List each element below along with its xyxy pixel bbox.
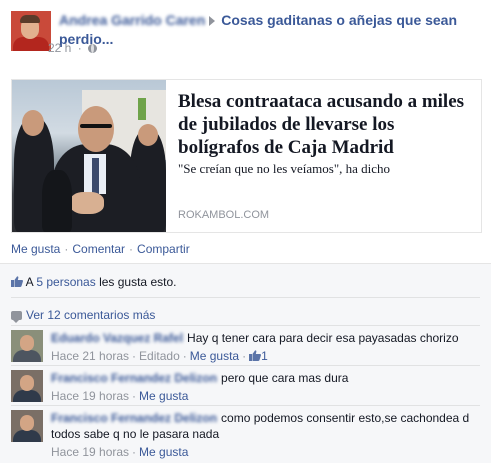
comment-button[interactable]: Comentar [72, 242, 125, 256]
comment-body: Eduardo Vazquez Rafel Hay q tener cara pa… [51, 330, 481, 364]
speech-bubble-icon [11, 311, 22, 320]
share-button[interactable]: Compartir [137, 242, 190, 256]
thumbs-up-icon [11, 276, 23, 287]
post-meta: 22 h · [48, 41, 97, 55]
comment-time[interactable]: Hace 21 horas [51, 349, 129, 363]
post-headline: Andrea Garrido CarenCosas gaditanas o añ… [59, 11, 479, 49]
shared-link-title[interactable]: Blesa contraataca acusando a miles de ju… [178, 90, 473, 159]
post-timestamp[interactable]: 22 h [48, 41, 71, 55]
comment-text: pero que cara mas dura [221, 371, 348, 385]
commenter-name[interactable]: Francisco Fernandez Delizon [51, 411, 217, 425]
commenter-avatar[interactable] [11, 410, 43, 442]
comment-like-button[interactable]: Me gusta [139, 389, 188, 403]
post-actions: Me gusta · Comentar · Compartir [11, 242, 190, 256]
commenter-avatar[interactable] [11, 330, 43, 362]
comment-like-count[interactable]: 1 [261, 349, 268, 363]
commenter-avatar[interactable] [11, 370, 43, 402]
view-more-comments[interactable]: Ver 12 comentarios más [11, 308, 155, 322]
likes-prefix: A [26, 275, 33, 289]
likes-summary: A 5 personas les gusta esto. [11, 275, 176, 289]
globe-icon[interactable] [88, 44, 97, 53]
triangle-right-icon [209, 16, 215, 26]
feedback-section: A 5 personas les gusta esto. Ver 12 come… [0, 263, 491, 463]
like-button[interactable]: Me gusta [11, 242, 60, 256]
meta-separator: · [78, 41, 82, 55]
thumbs-up-icon [249, 350, 261, 361]
comment-body: Francisco Fernandez Delizon pero que cara… [51, 370, 481, 404]
comment-edited[interactable]: Editado [139, 349, 180, 363]
comment-like-button[interactable]: Me gusta [139, 445, 188, 459]
comment-time[interactable]: Hace 19 horas [51, 445, 129, 459]
author-avatar[interactable] [11, 11, 51, 51]
likes-suffix: les gusta esto. [99, 275, 176, 289]
divider [11, 325, 480, 326]
comment-meta: Hace 19 horas·Me gusta [51, 444, 481, 460]
action-separator: · [129, 242, 133, 256]
commenter-name[interactable]: Francisco Fernandez Delizon [51, 371, 217, 385]
comment-meta: Hace 21 horas·Editado·Me gusta·1 [51, 348, 481, 364]
comment-like-button[interactable]: Me gusta [190, 349, 239, 363]
view-more-comments-link[interactable]: Ver 12 comentarios más [26, 308, 155, 322]
divider [11, 365, 480, 366]
shared-link-card[interactable]: Blesa contraataca acusando a miles de ju… [11, 79, 482, 233]
likes-count-link[interactable]: 5 personas [36, 275, 95, 289]
divider [11, 405, 480, 406]
shared-link-subtitle: "Se creían que no les veíamos", ha dicho [178, 161, 473, 177]
comment-time[interactable]: Hace 19 horas [51, 389, 129, 403]
comment-text: Hay q tener cara para decir esa payasada… [187, 331, 458, 345]
post-author-name[interactable]: Andrea Garrido Caren [59, 12, 205, 28]
commenter-name[interactable]: Eduardo Vazquez Rafel [51, 331, 183, 345]
shared-link-domain: ROKAMBOL.COM [178, 209, 269, 221]
comment-body: Francisco Fernandez Delizoncomo podemos … [51, 410, 481, 460]
divider [11, 297, 480, 298]
shared-link-thumbnail[interactable] [12, 80, 166, 232]
comment-meta: Hace 19 horas·Me gusta [51, 388, 481, 404]
action-separator: · [64, 242, 68, 256]
